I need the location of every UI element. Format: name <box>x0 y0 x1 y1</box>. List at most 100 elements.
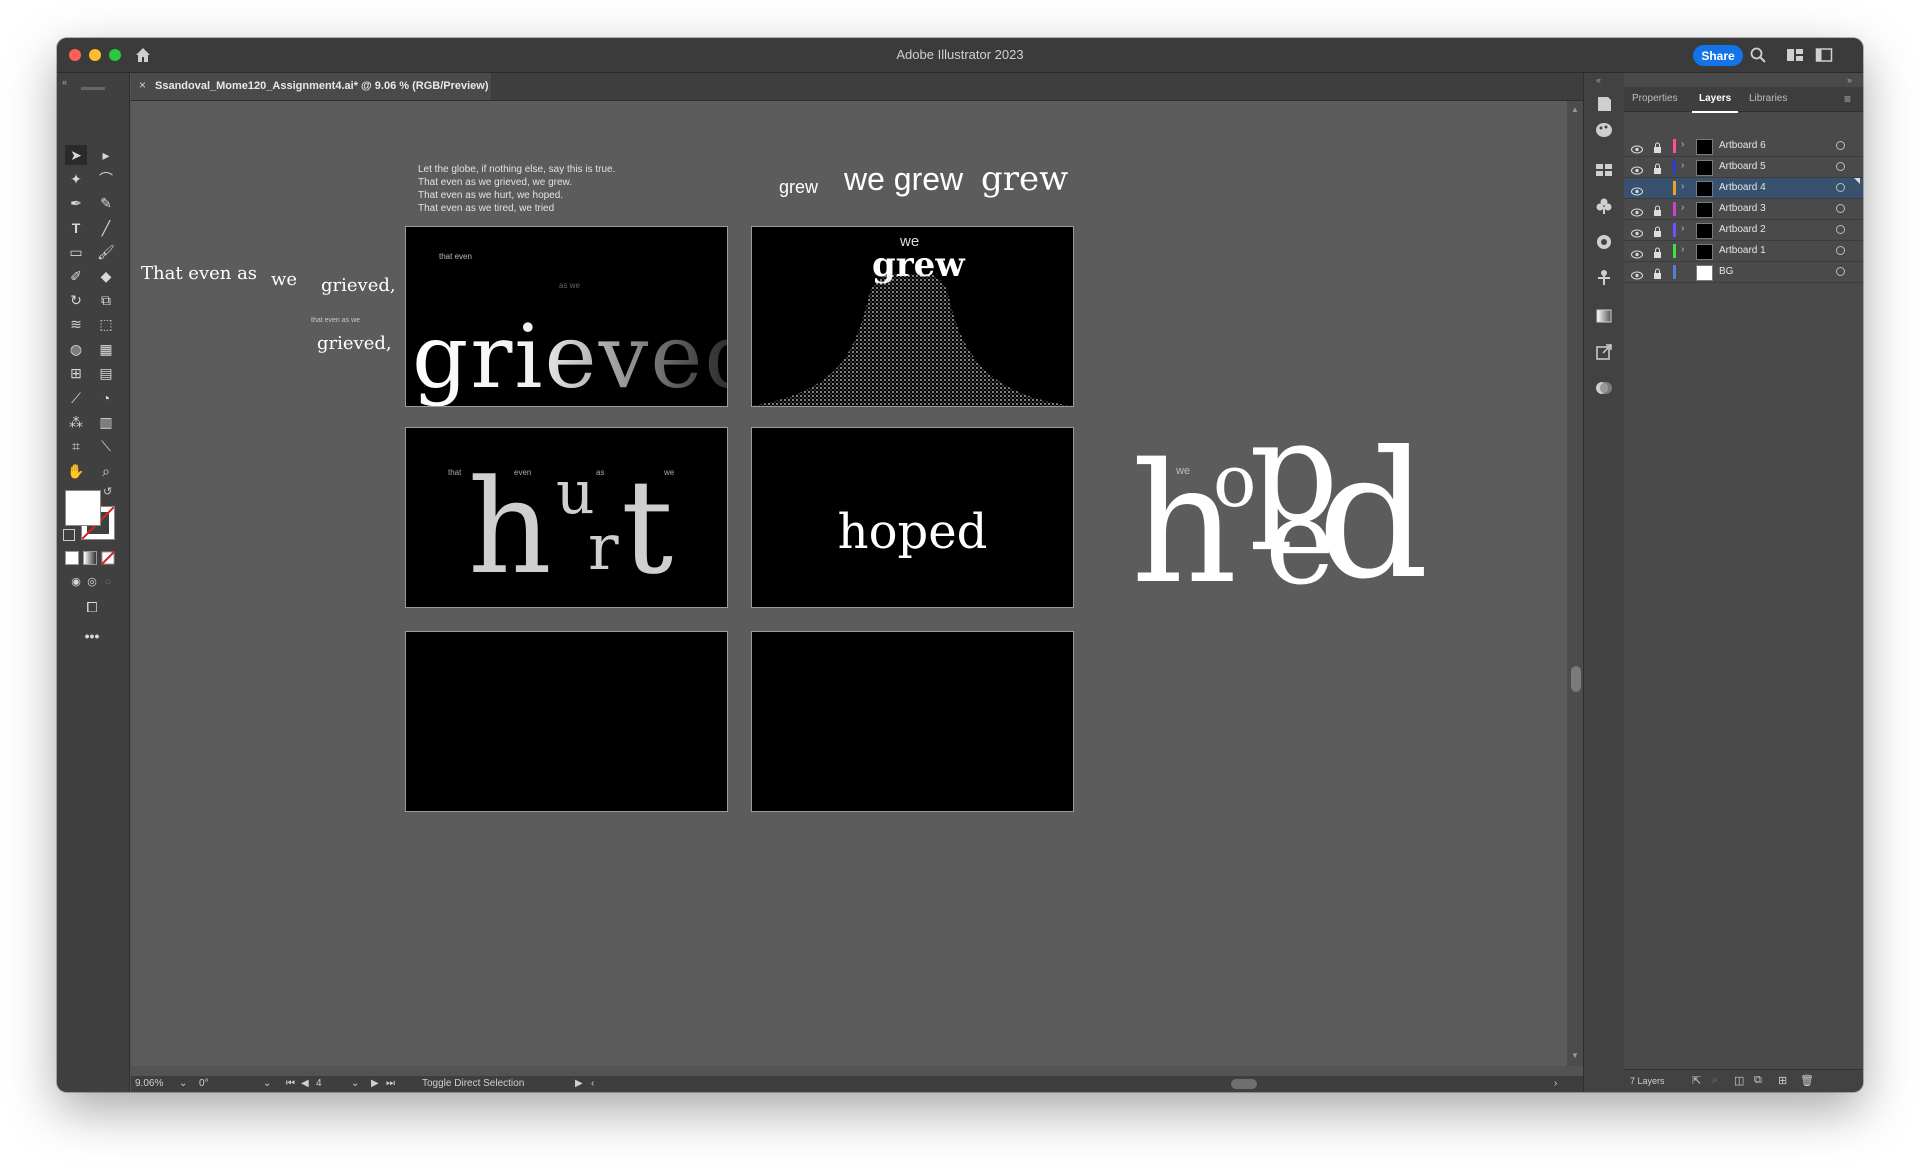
poem-text-block[interactable]: Let the globe, if nothing else, say this… <box>418 163 615 215</box>
delete-layer-icon[interactable]: 🗑 <box>1800 1074 1814 1087</box>
zoom-level[interactable]: 9.06% <box>135 1078 163 1089</box>
eraser-tool-icon[interactable]: ◆ <box>95 266 117 286</box>
scale-tool-icon[interactable]: ⧉ <box>95 290 117 310</box>
expand-layer-icon[interactable]: › <box>1681 160 1684 171</box>
selection-tool-icon[interactable]: ➤ <box>65 145 87 165</box>
lasso-tool-icon[interactable]: ⌒ <box>95 169 117 189</box>
artboard-4-hoped[interactable]: hoped <box>751 427 1074 608</box>
symbols-club-icon[interactable] <box>1594 197 1614 215</box>
color-mode-icon[interactable] <box>65 551 79 565</box>
layer-target-icon[interactable] <box>1836 225 1845 234</box>
layer-name[interactable]: BG <box>1719 266 1733 277</box>
pen-tool-icon[interactable]: ✒ <box>65 193 87 213</box>
visibility-eye-icon[interactable] <box>1631 267 1643 285</box>
artboard-number[interactable]: 4 <box>316 1078 322 1089</box>
gradient-tool-icon[interactable]: ▤ <box>95 363 117 383</box>
blend-tool-icon[interactable]: ◔ <box>95 388 117 408</box>
artboard-1-grieved[interactable]: that even as we grieved <box>405 226 728 407</box>
clipping-mask-icon[interactable]: ◫ <box>1734 1074 1744 1087</box>
line-tool-icon[interactable]: ╱ <box>95 218 117 238</box>
expand-layer-icon[interactable]: › <box>1681 139 1684 150</box>
layer-name[interactable]: Artboard 6 <box>1719 140 1766 151</box>
gradient-panel-icon[interactable] <box>1594 307 1614 325</box>
lock-icon[interactable] <box>1653 161 1662 179</box>
collapse-toolbar-icon[interactable]: « <box>62 77 67 87</box>
close-document-icon[interactable]: × <box>139 78 146 92</box>
properties-panel-icon[interactable] <box>1594 95 1614 113</box>
draw-inside-icon[interactable]: ○ <box>97 572 119 592</box>
zoom-tool-icon[interactable]: ⌕ <box>95 461 117 481</box>
canvas[interactable]: Let the globe, if nothing else, say this… <box>131 101 1567 1066</box>
next-artboard-icon[interactable]: ▶ <box>371 1078 379 1089</box>
grew-small-text[interactable]: grew <box>779 177 818 198</box>
swap-fill-stroke-icon[interactable]: ↺ <box>103 485 112 498</box>
share-button[interactable]: Share <box>1693 45 1743 66</box>
rotation-value[interactable]: 0° <box>199 1078 209 1089</box>
collapse-strip-icon[interactable]: « <box>1596 75 1601 85</box>
document-tab[interactable]: × Ssandoval_Mome120_Assignment4.ai* @ 9.… <box>131 73 491 100</box>
layer-target-icon[interactable] <box>1836 246 1845 255</box>
color-palette-icon[interactable] <box>1594 121 1614 139</box>
free-transform-tool-icon[interactable]: ⬚ <box>95 314 117 334</box>
symbol-sprayer-icon[interactable]: ⁂ <box>65 412 87 432</box>
layer-name[interactable]: Artboard 3 <box>1719 203 1766 214</box>
type-tool-icon[interactable]: T <box>65 218 87 238</box>
fill-swatch[interactable] <box>65 490 101 526</box>
swatches-icon[interactable] <box>1594 161 1614 179</box>
width-tool-icon[interactable]: ≋ <box>65 314 87 334</box>
expand-layer-icon[interactable]: › <box>1681 202 1684 213</box>
layer-name[interactable]: Artboard 5 <box>1719 161 1766 172</box>
layer-row-bg[interactable]: BG <box>1624 262 1863 283</box>
we-text[interactable]: we <box>271 269 297 290</box>
scroll-up-icon[interactable]: ▲ <box>1571 105 1579 114</box>
puppet-warp-icon[interactable] <box>1594 269 1614 287</box>
lock-icon[interactable] <box>1653 224 1662 242</box>
layer-row-artboard-4[interactable]: › Artboard 4 <box>1624 178 1863 199</box>
expand-layer-icon[interactable]: › <box>1681 223 1684 234</box>
first-artboard-icon[interactable]: ⏮ <box>286 1078 295 1089</box>
new-sublayer-icon[interactable]: ⧉ <box>1754 1074 1762 1087</box>
lock-icon[interactable] <box>1653 266 1662 284</box>
scroll-down-icon[interactable]: ▼ <box>1571 1051 1579 1060</box>
hand-tool-icon[interactable]: ✋ <box>65 461 87 481</box>
scroll-left-icon[interactable]: ‹ <box>591 1078 594 1089</box>
shape-builder-tool-icon[interactable]: ◍ <box>65 339 87 359</box>
vertical-scroll-thumb[interactable] <box>1571 666 1581 692</box>
none-mode-icon[interactable] <box>101 551 115 565</box>
magic-wand-icon[interactable]: ✦ <box>65 169 87 189</box>
layer-row-artboard-1[interactable]: › Artboard 1 <box>1624 241 1863 262</box>
panel-menu-icon[interactable]: ≡ <box>1844 92 1851 106</box>
previous-artboard-icon[interactable]: ◀ <box>301 1078 309 1089</box>
lock-icon[interactable] <box>1653 140 1662 158</box>
layer-name[interactable]: Artboard 1 <box>1719 245 1766 256</box>
rotate-tool-icon[interactable]: ↻ <box>65 290 87 310</box>
new-layer-icon[interactable]: ⊞ <box>1778 1074 1787 1087</box>
artboard-6-empty[interactable] <box>751 631 1074 812</box>
expand-layer-icon[interactable]: › <box>1681 181 1684 192</box>
grieved-text-1[interactable]: grieved, <box>321 275 396 296</box>
perspective-grid-icon[interactable]: ▦ <box>95 339 117 359</box>
status-menu-icon[interactable]: ▶ <box>575 1078 583 1089</box>
mesh-tool-icon[interactable]: ⊞ <box>65 363 87 383</box>
curvature-tool-icon[interactable]: ✎ <box>95 193 117 213</box>
artboard-3-hurt[interactable]: that even as we h u r t <box>405 427 728 608</box>
tab-properties[interactable]: Properties <box>1632 93 1678 104</box>
locate-object-icon[interactable]: ⌕ <box>1712 1074 1718 1087</box>
layer-target-icon[interactable] <box>1836 267 1845 276</box>
layer-row-artboard-6[interactable]: › Artboard 6 <box>1624 136 1863 157</box>
artboard-dropdown-icon[interactable]: ⌄ <box>351 1078 359 1089</box>
shaper-tool-icon[interactable]: ✐ <box>65 266 87 286</box>
that-even-as-we-small-text[interactable]: that even as we <box>311 317 360 324</box>
layer-row-artboard-3[interactable]: › Artboard 3 <box>1624 199 1863 220</box>
tab-libraries[interactable]: Libraries <box>1749 93 1787 104</box>
expand-panel-icon[interactable]: » <box>1847 75 1852 85</box>
paintbrush-tool-icon[interactable]: 🖌 <box>95 242 117 262</box>
scroll-right-icon[interactable]: › <box>1554 1078 1557 1089</box>
status-hint[interactable]: Toggle Direct Selection <box>422 1078 524 1089</box>
layer-row-artboard-5[interactable]: › Artboard 5 <box>1624 157 1863 178</box>
grew-large-text[interactable]: grew <box>981 159 1068 199</box>
artboard-5-empty[interactable] <box>405 631 728 812</box>
default-fill-stroke-icon[interactable] <box>63 529 75 541</box>
we-grew-text[interactable]: we grew <box>844 161 963 198</box>
layer-target-icon[interactable] <box>1836 183 1845 192</box>
